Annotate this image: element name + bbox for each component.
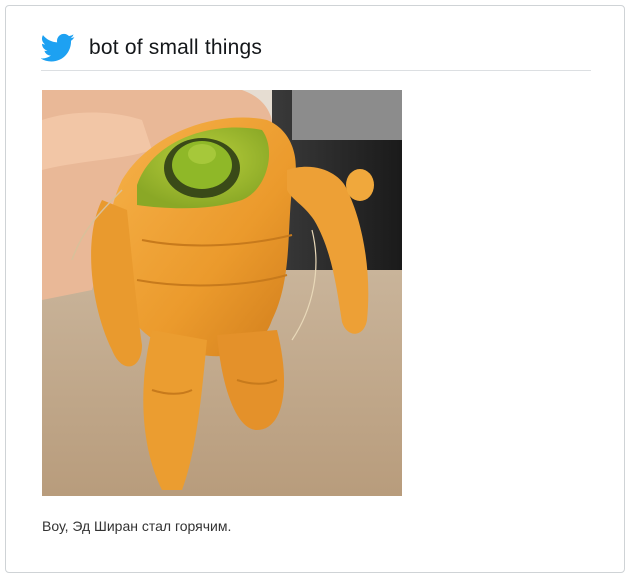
tweet-photo[interactable]: [42, 90, 402, 496]
account-name[interactable]: bot of small things: [89, 36, 262, 60]
header-divider: [41, 70, 591, 71]
tweet-header: bot of small things: [41, 26, 591, 70]
tweet-card: bot of small things Воу, Эд Ширан стал г…: [5, 5, 625, 573]
twitter-bird-icon[interactable]: [41, 33, 75, 63]
tweet-caption: Воу, Эд Ширан стал горячим.: [42, 518, 232, 534]
